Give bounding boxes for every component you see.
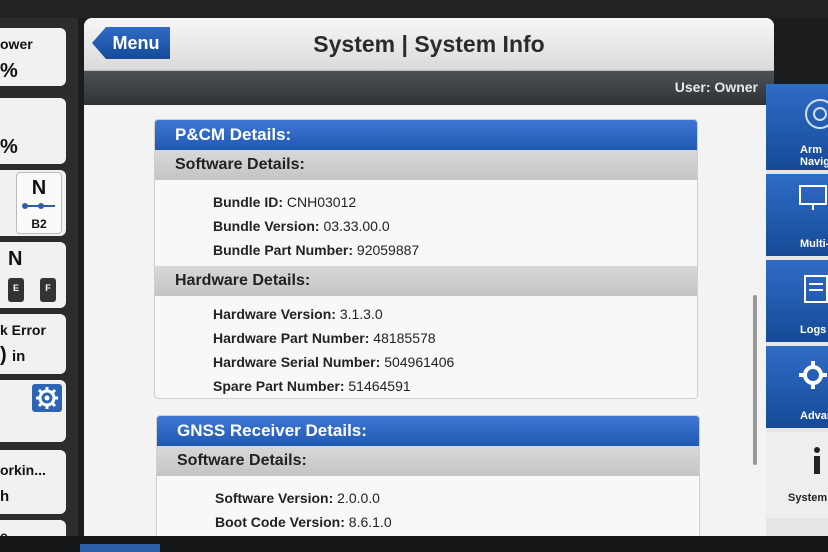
track-error-value: ) bbox=[0, 344, 7, 366]
row-value: 2.0.0.0 bbox=[337, 490, 380, 506]
settings-widget[interactable] bbox=[0, 380, 66, 442]
gear-indicator: N B2 bbox=[16, 172, 62, 234]
nav-logs[interactable]: Logs F bbox=[766, 260, 828, 342]
software-version-row: Software Version: 2.0.0.0 bbox=[215, 490, 380, 506]
percent-value: % bbox=[0, 136, 18, 158]
left-widget-column: ower % % N B2 N E F k Error ) in orkin..… bbox=[0, 18, 78, 552]
row-label: Bundle Version: bbox=[213, 218, 320, 234]
row-value: 8.6.1.0 bbox=[348, 514, 392, 530]
row-label: Bundle ID: bbox=[213, 194, 283, 210]
nav-label: Logs F bbox=[800, 324, 828, 336]
bundle-id-row: Bundle ID: CNH03012 bbox=[213, 194, 356, 210]
row-label: Hardware Version: bbox=[213, 306, 336, 322]
pcm-details-panel: P&CM Details: Software Details: Bundle I… bbox=[154, 119, 698, 399]
hardware-serial-number-row: Hardware Serial Number: 504961406 bbox=[213, 354, 454, 370]
pcm-software-header: Software Details: bbox=[155, 150, 697, 180]
gnss-software-header: Software Details: bbox=[157, 446, 699, 476]
bottom-accent-strip bbox=[80, 544, 160, 552]
pcm-hardware-header: Hardware Details: bbox=[155, 266, 697, 296]
range-label: B2 bbox=[31, 217, 47, 231]
e-button-icon: E bbox=[8, 278, 24, 302]
gnss-receiver-panel: GNSS Receiver Details: Software Details:… bbox=[156, 415, 700, 536]
track-error-unit: in bbox=[12, 348, 26, 365]
vertical-scrollbar[interactable] bbox=[753, 295, 757, 465]
row-value: 03.33.00.0 bbox=[323, 218, 390, 234]
bundle-version-row: Bundle Version: 03.33.00.0 bbox=[213, 218, 390, 234]
row-value: 3.1.3.0 bbox=[339, 306, 383, 322]
nav-label: System I bbox=[788, 492, 828, 504]
track-error-widget[interactable]: k Error ) in bbox=[0, 314, 66, 374]
nav-label: Multi-D bbox=[800, 238, 828, 250]
target-icon bbox=[805, 99, 828, 129]
gear-range-widget[interactable]: N B2 bbox=[0, 170, 66, 236]
power-widget[interactable]: ower % bbox=[0, 28, 66, 86]
bundle-part-number-row: Bundle Part Number: 92059887 bbox=[213, 242, 419, 258]
row-label: Hardware Serial Number: bbox=[213, 354, 381, 370]
hardware-version-row: Hardware Version: 3.1.3.0 bbox=[213, 306, 383, 322]
transmission-letter: N bbox=[8, 248, 23, 270]
row-label: Hardware Part Number: bbox=[213, 330, 370, 346]
monitor-icon bbox=[799, 185, 827, 210]
nav-system-info[interactable]: System I bbox=[766, 432, 828, 518]
right-nav-column: Arm Navig Multi-D Logs F Advanc bbox=[766, 84, 828, 536]
row-value: 92059887 bbox=[356, 242, 420, 258]
title-bar: System | System Info Menu bbox=[84, 18, 774, 71]
menu-back-button[interactable]: Menu bbox=[92, 27, 170, 59]
f-button-icon: F bbox=[40, 278, 56, 302]
nav-label-2: Navig bbox=[800, 156, 828, 168]
range-slider-icon bbox=[22, 203, 55, 209]
hardware-part-number-row: Hardware Part Number: 48185578 bbox=[213, 330, 436, 346]
settings-gear-button[interactable] bbox=[32, 384, 62, 412]
nav-advanced[interactable]: Advanc bbox=[766, 346, 828, 428]
power-label: ower bbox=[0, 36, 33, 52]
page-title: System | System Info bbox=[313, 31, 545, 57]
log-icon bbox=[804, 275, 828, 303]
gear-icon bbox=[36, 387, 58, 409]
pcm-details-header: P&CM Details: bbox=[155, 120, 697, 150]
row-value: CNH03012 bbox=[286, 194, 357, 210]
content-scroll-area[interactable]: P&CM Details: Software Details: Bundle I… bbox=[84, 105, 774, 536]
row-label: Software Version: bbox=[215, 490, 334, 506]
nav-label: Advanc bbox=[800, 410, 828, 422]
working-unit: h bbox=[0, 488, 10, 505]
gear-icon bbox=[799, 361, 827, 389]
row-value: 48185578 bbox=[373, 330, 436, 346]
user-bar: User: Owner bbox=[84, 71, 774, 105]
row-label: Bundle Part Number: bbox=[213, 242, 354, 258]
nav-armrest-navigation[interactable]: Arm Navig bbox=[766, 84, 828, 170]
transmission-widget[interactable]: N E F bbox=[0, 242, 66, 308]
percent-widget[interactable]: % bbox=[0, 98, 66, 164]
row-value: 51464591 bbox=[348, 378, 411, 394]
row-label: Spare Part Number: bbox=[213, 378, 345, 394]
row-value: 504961406 bbox=[384, 354, 455, 370]
row-label: Boot Code Version: bbox=[215, 514, 345, 530]
system-info-window: System | System Info Menu User: Owner P&… bbox=[84, 18, 774, 536]
track-error-label: k Error bbox=[0, 322, 46, 338]
spare-part-number-row: Spare Part Number: 51464591 bbox=[213, 378, 411, 394]
working-widget[interactable]: orkin... h bbox=[0, 450, 66, 514]
nav-label: Arm bbox=[800, 144, 823, 156]
gnss-details-header: GNSS Receiver Details: bbox=[157, 416, 699, 446]
nav-multi-display[interactable]: Multi-D bbox=[766, 174, 828, 256]
working-label: orkin... bbox=[0, 462, 46, 478]
top-bezel bbox=[0, 0, 828, 18]
gear-letter: N bbox=[31, 177, 47, 199]
power-percent: % bbox=[0, 60, 18, 82]
user-label: User: Owner bbox=[674, 79, 758, 95]
boot-code-version-row: Boot Code Version: 8.6.1.0 bbox=[215, 514, 392, 530]
info-icon bbox=[814, 447, 820, 474]
f-label: F bbox=[45, 283, 51, 293]
e-label: E bbox=[12, 283, 19, 293]
